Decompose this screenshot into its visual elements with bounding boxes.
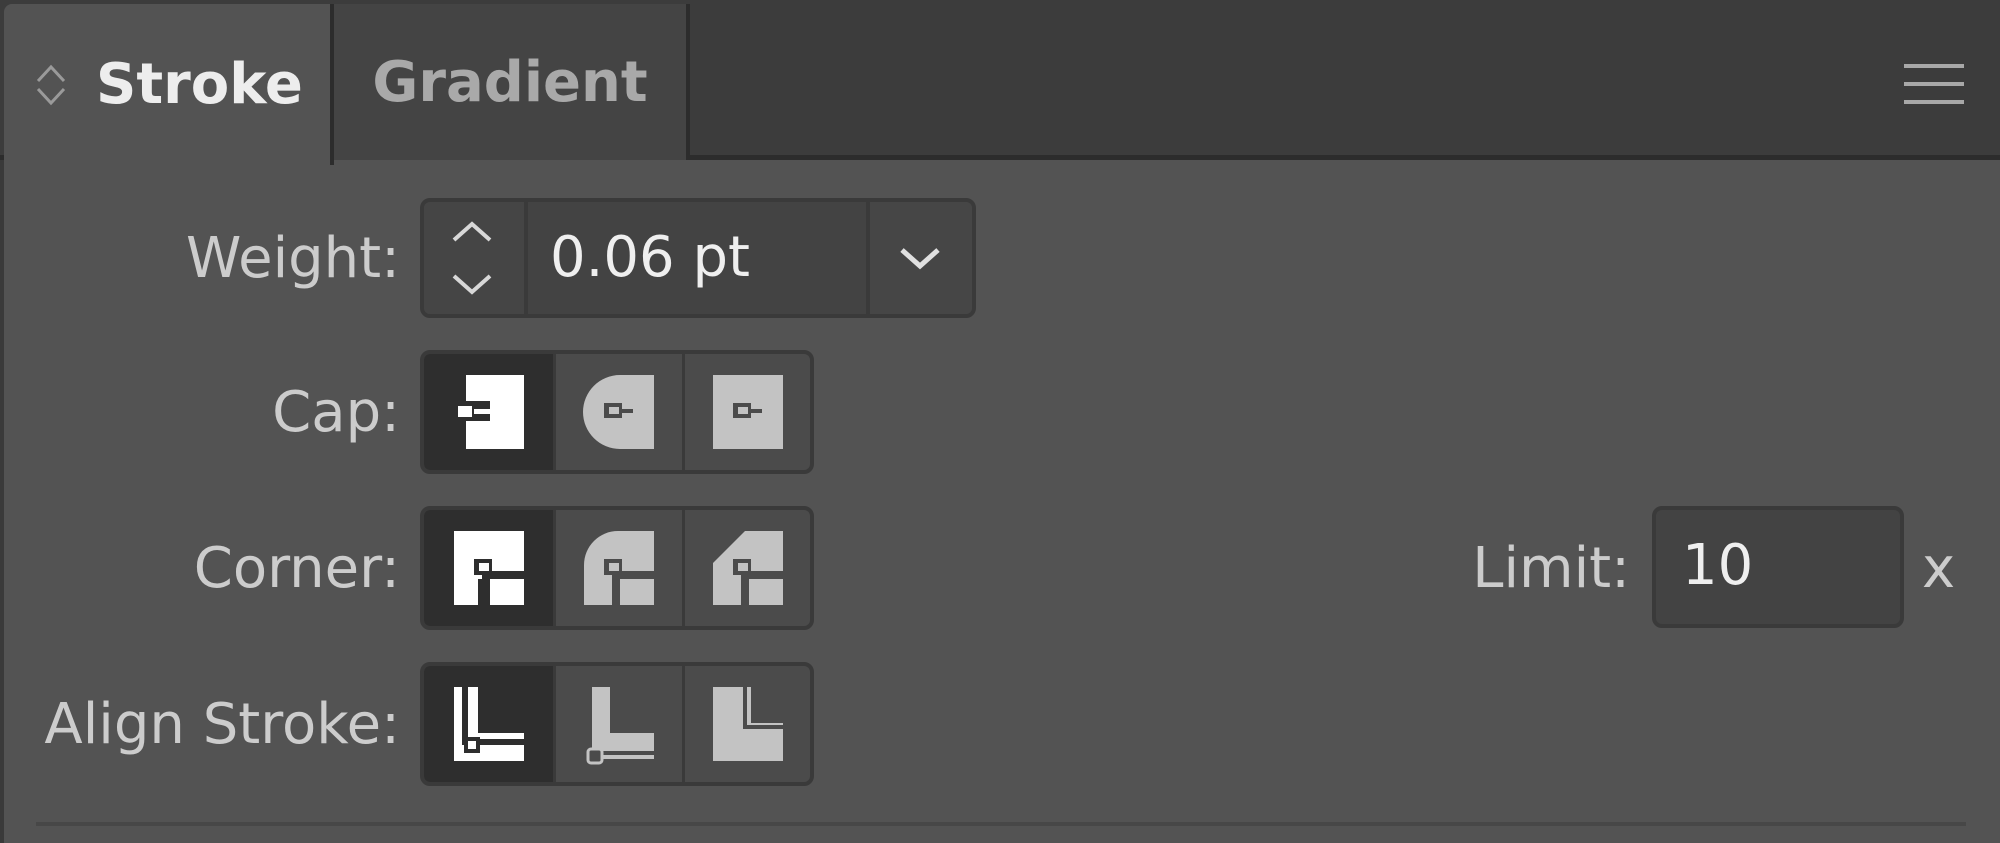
limit-input[interactable]: 10 [1652,506,1904,628]
weight-label: Weight: [186,226,400,291]
tab-gradient-label: Gradient [372,49,648,115]
limit-suffix: x [1922,536,1956,601]
cap-round-button[interactable] [553,354,682,470]
tab-stroke[interactable]: Stroke [4,4,334,165]
limit-label: Limit: [1472,536,1630,601]
align-inside-button[interactable] [553,666,682,782]
panel-menu-icon[interactable] [1904,62,1964,106]
panel-tab-bar: Stroke Gradient [0,0,2000,165]
projecting-cap-icon [713,375,783,449]
tab-stroke-label: Stroke [96,52,303,117]
chevron-down-icon [900,248,940,270]
align-outside-button[interactable] [682,666,810,782]
cap-butt-button[interactable] [424,354,553,470]
weight-stepper[interactable] [424,202,528,314]
align-stroke-segmented-control [420,662,814,786]
tab-gradient[interactable]: Gradient [334,4,690,160]
corner-segmented-control [420,506,814,630]
corner-bevel-button[interactable] [682,510,810,626]
corner-round-button[interactable] [553,510,682,626]
expand-collapse-icon[interactable] [34,61,68,109]
weight-control: 0.06 pt [420,198,976,318]
stepper-arrows-icon[interactable] [424,202,520,314]
corner-miter-button[interactable] [424,510,553,626]
corner-label: Corner: [193,536,400,601]
weight-input[interactable]: 0.06 pt [528,202,866,314]
align-stroke-label: Align Stroke: [44,692,400,757]
align-center-button[interactable] [424,666,553,782]
cap-segmented-control [420,350,814,474]
panel-divider [36,822,1966,826]
align-outside-icon [713,687,783,761]
round-join-icon [584,531,654,605]
cap-label: Cap: [272,380,400,445]
stroke-panel: Stroke Gradient Weight: 0.06 pt Cap: Cor… [0,0,2000,843]
cap-projecting-button[interactable] [682,354,810,470]
align-center-icon [453,687,524,761]
bevel-join-icon [713,531,783,605]
round-cap-icon [583,375,654,449]
align-inside-icon [586,687,654,765]
miter-join-icon [453,531,524,605]
weight-dropdown-button[interactable] [866,202,972,314]
butt-cap-icon [451,375,524,449]
